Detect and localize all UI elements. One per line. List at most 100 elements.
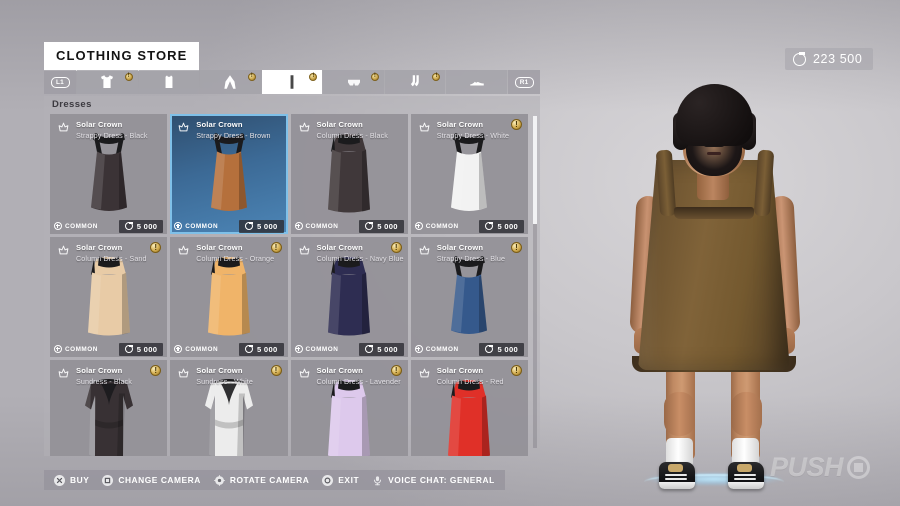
character-hair [676, 84, 753, 146]
item-thumbnail [411, 255, 528, 341]
item-card[interactable]: Solar Crown Column Dress - Lavender! [290, 360, 408, 456]
item-thumbnail [291, 255, 408, 341]
item-price: 5 000 [118, 342, 164, 356]
shorts-icon [345, 73, 363, 91]
action-buy[interactable]: BUY [54, 474, 98, 486]
item-card-labels: Solar Crown Column Dress - Navy Blue [316, 243, 404, 263]
item-variant: Column Dress - Navy Blue [316, 253, 404, 263]
rarity-badge: COMMON [54, 345, 98, 353]
item-brand: Solar Crown [436, 366, 484, 375]
item-card-labels: Solar Crown Strappy Dress - Blue [437, 243, 505, 263]
item-card-labels: Solar Crown Sundress - White [196, 366, 253, 386]
equipped-dress-strap-left [655, 149, 677, 217]
item-thumbnail [411, 378, 528, 456]
item-price: 5 000 [238, 342, 284, 356]
action-rotate-camera[interactable]: ROTATE CAMERA [213, 474, 318, 486]
character-preview[interactable] [600, 0, 830, 506]
item-card-header: Solar Crown Column Dress - Lavender [291, 360, 408, 386]
action-exit[interactable]: EXIT [322, 474, 368, 486]
character-mouth [707, 152, 721, 155]
game-screen: PUSH 223 500 CLOTHING STORE L1 R1 Dresses… [0, 0, 900, 506]
item-variant: Column Dress - Orange [196, 253, 275, 263]
item-thumbnail [291, 132, 408, 218]
crown-icon [56, 244, 71, 258]
tab-bumper-r1[interactable]: R1 [508, 70, 541, 94]
item-card-header: Solar Crown Strappy Dress - Blue [411, 237, 528, 263]
crown-icon [417, 121, 432, 135]
item-variant: Sundress - Black [76, 376, 132, 386]
item-card[interactable]: Solar Crown Column Dress - Navy Blue! COM… [290, 237, 408, 357]
item-brand: Solar Crown [76, 120, 123, 129]
action-voice-chat-general[interactable]: VOICE CHAT: GENERAL [372, 475, 495, 486]
item-card[interactable]: Solar Crown Sundress - White! [170, 360, 288, 456]
item-price: 5 000 [359, 342, 404, 356]
item-variant: Strappy Dress - Blue [436, 253, 506, 263]
tab-socks[interactable] [384, 70, 446, 94]
action-change-camera[interactable]: CHANGE CAMERA [102, 474, 210, 486]
item-card[interactable]: Solar Crown Strappy Dress - Blue! COMMON 5… [410, 237, 528, 357]
action-bar[interactable]: BUY CHANGE CAMERA ROTATE CAMERA EXIT VOICE C… [44, 470, 505, 490]
item-card-header: Solar Crown Column Dress - Red [411, 360, 528, 386]
crown-icon [176, 367, 191, 381]
item-card[interactable]: Solar Crown Strappy Dress - Black COMMON 5… [50, 114, 168, 234]
item-card[interactable]: Solar Crown Column Dress - Sand! COMMON 5 … [50, 237, 168, 357]
item-new-badge: ! [511, 119, 522, 130]
tab-bumper-l1-label: L1 [50, 76, 70, 88]
tab-tank-tops[interactable] [138, 70, 200, 94]
item-price-value: 5 000 [377, 344, 398, 354]
tab-shoes[interactable] [446, 70, 508, 94]
tab-new-badge [432, 73, 441, 81]
crown-icon [417, 367, 432, 381]
item-card-labels: Solar Crown Column Dress - Orange [196, 243, 274, 263]
tshirt-icon [98, 73, 116, 91]
rarity-label: COMMON [65, 345, 98, 353]
item-price-value: 5 000 [497, 344, 518, 354]
item-card-footer: COMMON 5 000 [411, 341, 528, 357]
scrollbar-thumb[interactable] [533, 116, 537, 224]
item-price: 5 000 [118, 219, 164, 233]
item-card[interactable]: Solar Crown Strappy Dress - White! COMMON… [410, 114, 528, 234]
item-thumbnail [50, 255, 167, 341]
item-new-badge-label: ! [394, 365, 398, 375]
item-new-badge-label: ! [515, 242, 518, 252]
coin-icon [793, 52, 806, 66]
tab-bumper-l1[interactable]: L1 [44, 70, 76, 94]
item-new-badge-label: ! [274, 365, 278, 375]
dress-icon [283, 73, 301, 91]
crown-icon [56, 367, 71, 381]
action-label: ROTATE CAMERA [229, 475, 310, 485]
item-card[interactable]: Solar Crown Sundress - Black! [50, 360, 168, 456]
tab-pants[interactable] [200, 70, 261, 94]
mic-button-icon [372, 475, 383, 486]
item-card[interactable]: Solar Crown Column Dress - Red! [410, 360, 528, 456]
category-tabbar[interactable]: L1 R1 [44, 70, 541, 94]
item-card[interactable]: Solar Crown Strappy Dress - Brown COMMON 5… [170, 114, 288, 234]
coin-icon [365, 222, 374, 230]
tab-dresses[interactable] [261, 70, 323, 94]
item-card-footer: COMMON 5 000 [291, 218, 408, 234]
item-variant: Sundress - White [196, 376, 253, 386]
tab-new-badge [370, 73, 379, 81]
coin-icon [124, 345, 133, 353]
item-card-labels: Solar Crown Sundress - Black [76, 366, 132, 386]
scrollbar-track[interactable] [533, 116, 537, 448]
item-brand: Solar Crown [76, 243, 123, 252]
item-card[interactable]: Solar Crown Column Dress - Orange! COMMON… [170, 237, 288, 357]
item-price-value: 5 000 [136, 344, 158, 354]
action-label: VOICE CHAT: GENERAL [388, 475, 495, 485]
tab-shorts[interactable] [323, 70, 384, 94]
item-brand: Solar Crown [316, 366, 363, 375]
item-card[interactable]: Solar Crown Column Dress - Black COMMON 5 … [290, 114, 408, 234]
rarity-label: COMMON [65, 222, 98, 230]
item-card-labels: Solar Crown Column Dress - Red [437, 366, 504, 386]
action-label: CHANGE CAMERA [118, 475, 201, 485]
character-calf-right [731, 392, 762, 436]
item-thumbnail [170, 378, 287, 456]
rarity-badge: COMMON [414, 222, 459, 230]
rarity-icon [174, 222, 183, 230]
tab-tops[interactable] [77, 70, 138, 94]
item-brand: Solar Crown [76, 366, 123, 375]
tab-new-badge [124, 73, 133, 81]
item-brand: Solar Crown [196, 120, 243, 129]
item-new-badge-label: ! [154, 365, 158, 375]
